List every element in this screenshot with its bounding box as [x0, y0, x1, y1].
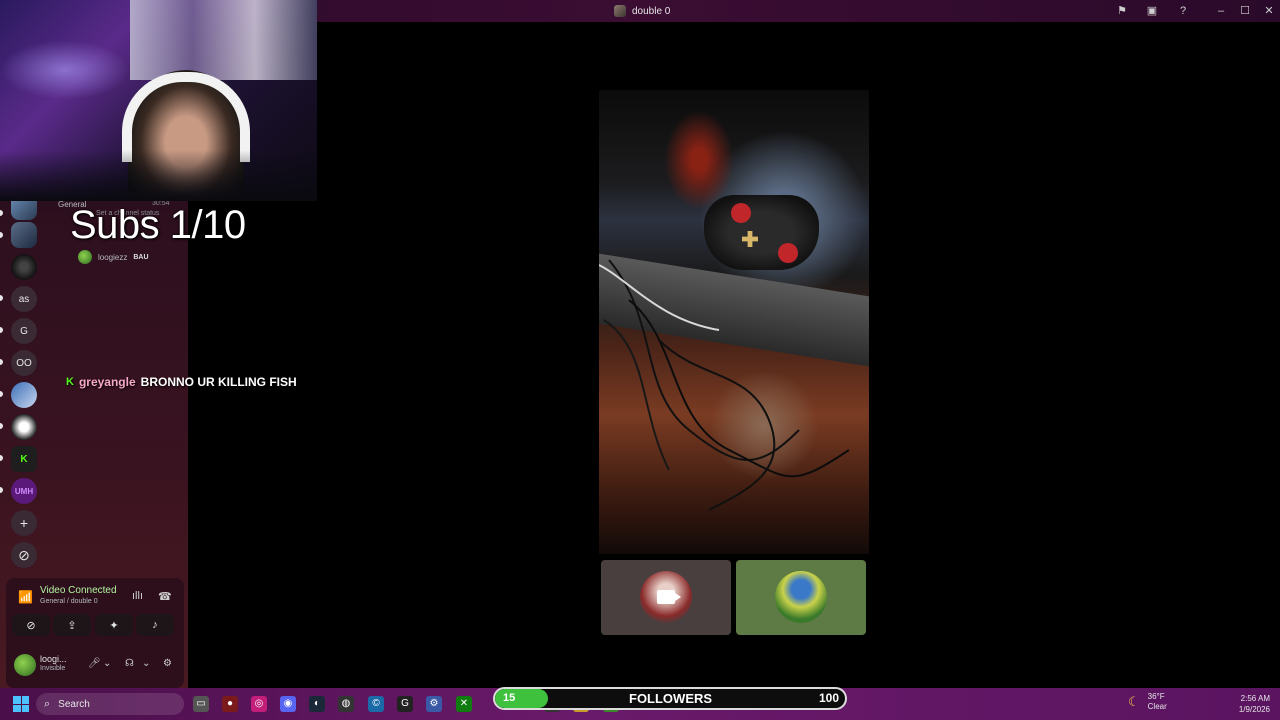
- unread-pip: [0, 487, 3, 493]
- server-g[interactable]: G: [11, 318, 37, 344]
- weather-text: 36°F Clear: [1148, 692, 1167, 712]
- video-controller-button: [778, 243, 798, 263]
- avatar[interactable]: [14, 654, 36, 676]
- server-kick[interactable]: K: [11, 446, 37, 472]
- signal-icon[interactable]: 📶: [18, 590, 33, 604]
- discord-call-window: double 0 ⚑ ▣ ? – ☐ ✕ as G OO K UMH + ⊘ G…: [0, 0, 1280, 720]
- obs-icon[interactable]: ◍: [338, 696, 354, 712]
- webcam-background: [130, 0, 317, 80]
- noise-suppression-icon[interactable]: ıllı: [132, 590, 143, 602]
- webcam-lighting: [0, 40, 130, 100]
- taskbar-search[interactable]: ⌕ Search: [36, 693, 184, 715]
- window-title: double 0: [614, 3, 670, 19]
- close-icon[interactable]: ✕: [1261, 3, 1277, 19]
- moon-icon: ☾: [1128, 694, 1140, 709]
- avatar: [775, 571, 827, 623]
- camera-icon: [657, 590, 681, 604]
- app-icon-red[interactable]: ●: [222, 696, 238, 712]
- soundboard-icon[interactable]: ♪: [136, 614, 174, 636]
- unread-pip: [0, 455, 3, 461]
- server-icon-8[interactable]: [11, 414, 37, 440]
- webcam-shadow: [0, 150, 317, 201]
- video-controller-button: [731, 203, 751, 223]
- user-status: Invisible: [40, 665, 66, 672]
- chevron-down-icon[interactable]: ⌄: [142, 658, 150, 669]
- window-title-text: double 0: [632, 5, 671, 17]
- streamer-webcam: [0, 0, 317, 201]
- group-avatar: [614, 5, 626, 17]
- discover-icon[interactable]: ⊘: [11, 542, 37, 568]
- unread-pip: [0, 391, 3, 397]
- server-icon-7[interactable]: [11, 382, 37, 408]
- windows-start-icon[interactable]: [13, 696, 29, 712]
- maximize-icon[interactable]: ☐: [1237, 3, 1253, 19]
- server-as[interactable]: as: [11, 286, 37, 312]
- settings-gear-icon[interactable]: ⚙: [163, 658, 172, 669]
- settings-icon[interactable]: ⚙: [426, 696, 442, 712]
- voice-status-panel: 📶 Video Connected General / double 0 ıll…: [6, 578, 184, 688]
- user-tag: BAU: [133, 253, 149, 261]
- unread-pip: [0, 295, 3, 301]
- unread-pip: [0, 423, 3, 429]
- weather-condition: Clear: [1147, 702, 1167, 711]
- user-panel[interactable]: loogi... Invisible 🎤︎ ⌄ ☊ ⌄ ⚙: [12, 650, 178, 680]
- app-icon-pink[interactable]: ◎: [251, 696, 267, 712]
- xbox-icon[interactable]: ✕: [456, 696, 472, 712]
- headphones: [122, 72, 250, 162]
- steam-icon[interactable]: ◐: [309, 696, 325, 712]
- weather-temp: 36°F: [1147, 692, 1165, 701]
- chat-text: BRONNO UR KILLING FISH: [140, 375, 297, 389]
- search-icon: ⌕: [44, 697, 51, 710]
- microphone-icon[interactable]: 🎤︎: [88, 658, 101, 669]
- unread-pip: [0, 327, 3, 333]
- server-icon-3[interactable]: [11, 254, 37, 280]
- disconnect-icon[interactable]: ☎: [158, 590, 172, 603]
- unread-pip: [0, 359, 3, 365]
- kick-icon: K: [66, 376, 74, 388]
- voice-connected-title[interactable]: Video Connected: [40, 585, 117, 596]
- unread-pip: [0, 232, 3, 238]
- subs-goal-overlay: Subs 1/10: [70, 203, 246, 247]
- app-icon-c[interactable]: ©: [368, 696, 384, 712]
- server-oo[interactable]: OO: [11, 350, 37, 376]
- flag-icon[interactable]: ⚑: [1115, 4, 1129, 18]
- participant-tile-speaking[interactable]: [736, 560, 866, 635]
- user-name: loogi...: [40, 654, 67, 664]
- unread-pip: [0, 210, 3, 216]
- screen-share-icon[interactable]: ⇪: [53, 614, 91, 636]
- participant-tile-camera-off[interactable]: [601, 560, 731, 635]
- discord-icon[interactable]: ◉: [280, 696, 296, 712]
- server-icon-2[interactable]: [11, 222, 37, 248]
- inbox-icon[interactable]: ▣: [1145, 4, 1159, 18]
- voice-channel-user[interactable]: loogiezz BAU: [78, 250, 149, 264]
- search-label: Search: [58, 698, 90, 710]
- chat-message: K greyangle BRONNO UR KILLING FISH: [66, 375, 297, 389]
- voice-connected-channel[interactable]: General / double 0: [40, 598, 98, 605]
- followers-label: FOLLOWERS: [629, 691, 713, 706]
- camera-off-icon[interactable]: ⊘: [12, 614, 50, 636]
- clock-time: 2:56 AM: [1240, 694, 1270, 703]
- avatar: [78, 250, 92, 264]
- voice-user-name: loogiezz: [98, 252, 128, 262]
- followers-goal-bar: 15 FOLLOWERS 100: [493, 687, 847, 710]
- server-umh[interactable]: UMH: [11, 478, 37, 504]
- followers-current: 15: [503, 692, 516, 704]
- taskbar-clock[interactable]: 2:56 AM 1/9/2026: [1218, 693, 1270, 715]
- activities-icon[interactable]: ✦: [95, 614, 133, 636]
- add-server-icon[interactable]: +: [11, 510, 37, 536]
- chevron-down-icon[interactable]: ⌄: [103, 658, 111, 669]
- video-controller: [704, 195, 819, 270]
- minimize-icon[interactable]: –: [1213, 3, 1229, 19]
- weather-widget[interactable]: ☾ 36°F Clear: [1128, 692, 1167, 712]
- clock-date: 1/9/2026: [1238, 705, 1270, 714]
- main-video-stream[interactable]: [599, 90, 869, 554]
- headset-icon[interactable]: ☊: [125, 658, 134, 669]
- chat-username: greyangle: [78, 375, 136, 389]
- help-icon[interactable]: ?: [1176, 4, 1190, 18]
- logitech-icon[interactable]: G: [397, 696, 413, 712]
- followers-goal: 100: [818, 691, 839, 705]
- task-view-icon[interactable]: ▭: [193, 696, 209, 712]
- video-cables: [599, 259, 850, 511]
